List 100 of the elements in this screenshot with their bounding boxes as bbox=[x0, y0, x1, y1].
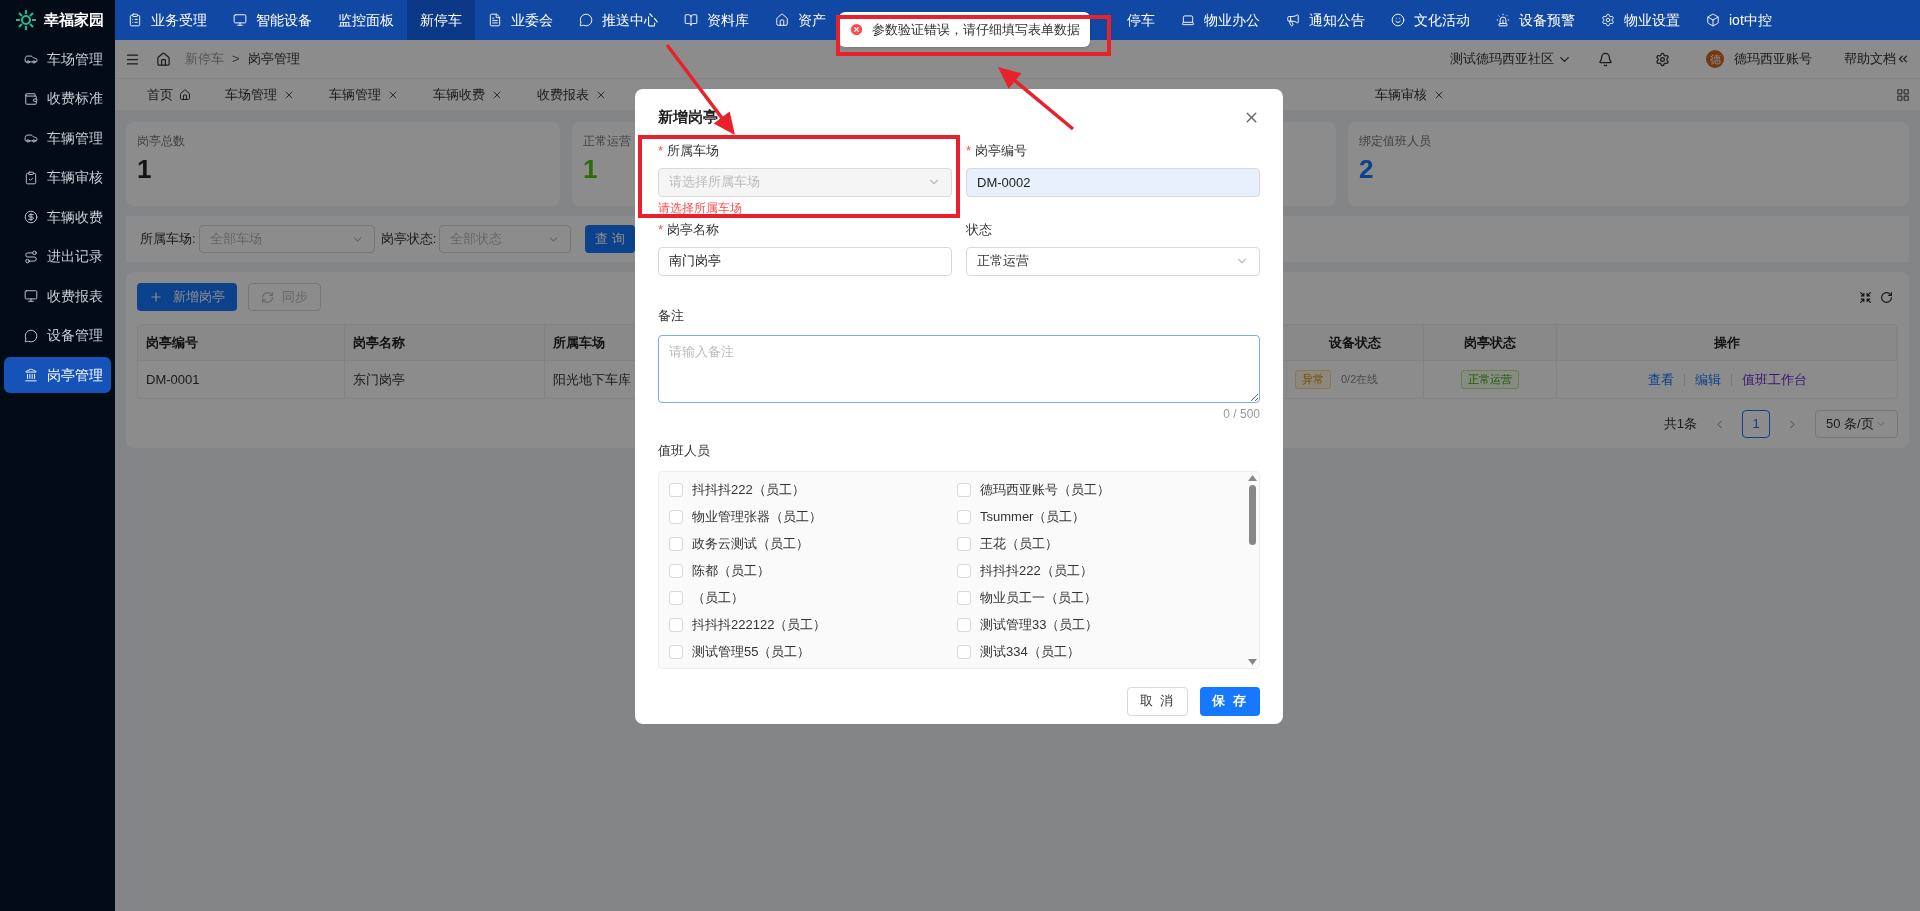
nav-tab[interactable]: 智能设备 bbox=[220, 0, 325, 40]
nav-tab[interactable]: 资产 bbox=[762, 0, 839, 40]
field-label: 值班人员 bbox=[658, 442, 711, 460]
scroll-down-icon[interactable] bbox=[1247, 658, 1257, 665]
stat-card: 绑定值班人员 2 bbox=[1348, 122, 1909, 206]
sync-icon bbox=[261, 290, 274, 304]
input-field[interactable]: DM-0002 bbox=[966, 167, 1260, 197]
staff-checkbox[interactable]: 政务云测试（员工） bbox=[669, 534, 957, 553]
staff-checkbox[interactable]: 陈都（员工） bbox=[669, 561, 957, 580]
help-docs-link[interactable]: 帮助文档 bbox=[1844, 49, 1910, 69]
staff-checkbox[interactable]: 德玛西亚账号（员工） bbox=[957, 480, 1245, 499]
character-counter: 0 / 500 bbox=[1223, 406, 1260, 423]
menu-icon[interactable] bbox=[125, 51, 140, 67]
scrollbar-thumb[interactable] bbox=[1248, 484, 1256, 545]
status-tag: 正常运营 bbox=[1461, 370, 1519, 389]
nav-tab[interactable]: 文化活动 bbox=[1378, 0, 1483, 40]
car-icon bbox=[24, 131, 38, 145]
staff-checkbox[interactable]: 物业员工一（员工） bbox=[957, 588, 1245, 607]
scroll-up-icon[interactable] bbox=[1247, 474, 1257, 481]
user-name[interactable]: 德玛西亚账号 bbox=[1734, 49, 1812, 69]
monitor-icon bbox=[24, 289, 38, 303]
settings-icon bbox=[1601, 13, 1615, 27]
page-tab[interactable]: 收费报表 bbox=[537, 84, 607, 105]
page-tab[interactable]: 车辆审核 bbox=[1375, 84, 1445, 105]
action-link[interactable]: 值班工作台 bbox=[1741, 369, 1807, 390]
nav-tab[interactable]: 物业办公 bbox=[1168, 0, 1273, 40]
staff-checkbox[interactable]: （员工） bbox=[669, 588, 957, 607]
page-tab[interactable]: 车场管理 bbox=[225, 84, 295, 105]
page-size-select[interactable]: 50 条/页 bbox=[1815, 410, 1898, 438]
breadcrumb-separator: > bbox=[232, 50, 240, 69]
staff-checkbox[interactable]: 测试管理33（员工） bbox=[957, 615, 1245, 634]
nav-tab[interactable]: 新停车 bbox=[407, 0, 475, 40]
nav-tab[interactable]: 业委会 bbox=[475, 0, 566, 40]
document-icon bbox=[488, 13, 502, 27]
nav-tab[interactable]: 设备预警 bbox=[1483, 0, 1588, 40]
clipboard-icon bbox=[128, 13, 142, 27]
bell-icon[interactable] bbox=[1598, 51, 1613, 67]
sidebar-item[interactable]: 岗亭管理 bbox=[4, 357, 111, 393]
sidebar-item[interactable]: 收费报表 bbox=[4, 278, 111, 314]
cube-icon bbox=[1706, 13, 1720, 27]
house-icon bbox=[775, 13, 789, 27]
home-icon bbox=[179, 88, 191, 101]
sidebar-item[interactable]: 车场管理 bbox=[4, 41, 111, 77]
sidebar-item[interactable]: 车辆审核 bbox=[4, 159, 111, 196]
staff-checkbox[interactable]: 抖抖抖222（员工） bbox=[669, 480, 957, 499]
nav-tab[interactable]: 通知公告 bbox=[1273, 0, 1378, 40]
community-selector[interactable]: 测试德玛西亚社区 bbox=[1450, 49, 1572, 69]
bank-building-icon bbox=[24, 368, 38, 382]
required-mark: * bbox=[658, 220, 664, 239]
cancel-button[interactable]: 取 消 bbox=[1126, 686, 1189, 716]
book-icon bbox=[684, 13, 698, 27]
refresh-icon[interactable] bbox=[1880, 290, 1893, 304]
nav-tab[interactable]: 推送中心 bbox=[566, 0, 671, 40]
logo-icon bbox=[14, 8, 38, 32]
column-header: 岗亭状态 bbox=[1464, 333, 1516, 352]
nav-tab[interactable]: 资料库 bbox=[671, 0, 762, 40]
grid-icon[interactable] bbox=[1896, 87, 1910, 102]
dollar-coin-icon bbox=[24, 210, 38, 224]
required-mark: * bbox=[966, 141, 972, 160]
table-cell-text: 阳光地下车库 bbox=[553, 370, 631, 389]
staff-checkbox[interactable]: 抖抖抖222122（员工） bbox=[669, 615, 957, 634]
staff-checkbox[interactable]: 测试管理55（员工） bbox=[669, 642, 957, 661]
megaphone-icon bbox=[1286, 13, 1300, 27]
remark-textarea[interactable]: 请输入备注 bbox=[658, 335, 1260, 403]
nav-tab[interactable]: iot中控 bbox=[1693, 0, 1785, 40]
error-icon bbox=[849, 22, 864, 37]
status-tag: 异常 bbox=[1295, 370, 1331, 389]
table-cell-text: DM-0001 bbox=[146, 370, 200, 389]
chat-bubble-icon bbox=[24, 328, 38, 343]
column-header: 岗亭编号 bbox=[146, 333, 198, 352]
settings-icon[interactable] bbox=[1655, 51, 1670, 67]
car-icon bbox=[24, 52, 38, 66]
route-icon bbox=[24, 249, 38, 264]
staff-checkbox[interactable]: 王花（员工） bbox=[957, 534, 1245, 553]
staff-checkbox[interactable]: Tsummer（员工） bbox=[957, 507, 1245, 526]
column-header: 所属车场 bbox=[553, 333, 605, 352]
nav-tab[interactable]: 物业设置 bbox=[1588, 0, 1693, 40]
save-button[interactable]: 保 存 bbox=[1200, 686, 1260, 716]
page-tab[interactable]: 车辆收费 bbox=[433, 84, 503, 105]
field-label: 状态 bbox=[966, 220, 992, 239]
sidebar-item[interactable]: 进出记录 bbox=[4, 238, 111, 275]
nav-tab[interactable]: 业务受理 bbox=[115, 0, 220, 40]
home-icon[interactable] bbox=[156, 51, 171, 67]
sidebar-item[interactable]: 设备管理 bbox=[4, 317, 111, 354]
nav-tab[interactable]: 监控面板 bbox=[325, 0, 407, 40]
nav-tab[interactable]: 停车 bbox=[1114, 0, 1168, 40]
required-mark: * bbox=[658, 141, 664, 160]
monitor-icon bbox=[233, 13, 247, 27]
fullscreen-icon[interactable] bbox=[1859, 290, 1872, 304]
sidebar-item[interactable]: 收费标准 bbox=[4, 80, 111, 117]
sidebar-item[interactable]: 车辆收费 bbox=[4, 199, 111, 235]
staff-checkbox[interactable]: 物业管理张器（员工） bbox=[669, 507, 957, 526]
page-tab[interactable]: 首页 bbox=[147, 84, 191, 105]
page-tab[interactable]: 车辆管理 bbox=[329, 84, 399, 105]
input-field[interactable]: 南门岗亭 bbox=[658, 246, 952, 276]
staff-checkbox[interactable]: 抖抖抖222（员工） bbox=[957, 561, 1245, 580]
column-header: 设备状态 bbox=[1329, 333, 1381, 352]
sidebar-item[interactable]: 车辆管理 bbox=[4, 120, 111, 156]
select-field[interactable]: 正常运营 bbox=[966, 246, 1260, 276]
staff-checkbox[interactable]: 测试334（员工） bbox=[957, 642, 1245, 661]
